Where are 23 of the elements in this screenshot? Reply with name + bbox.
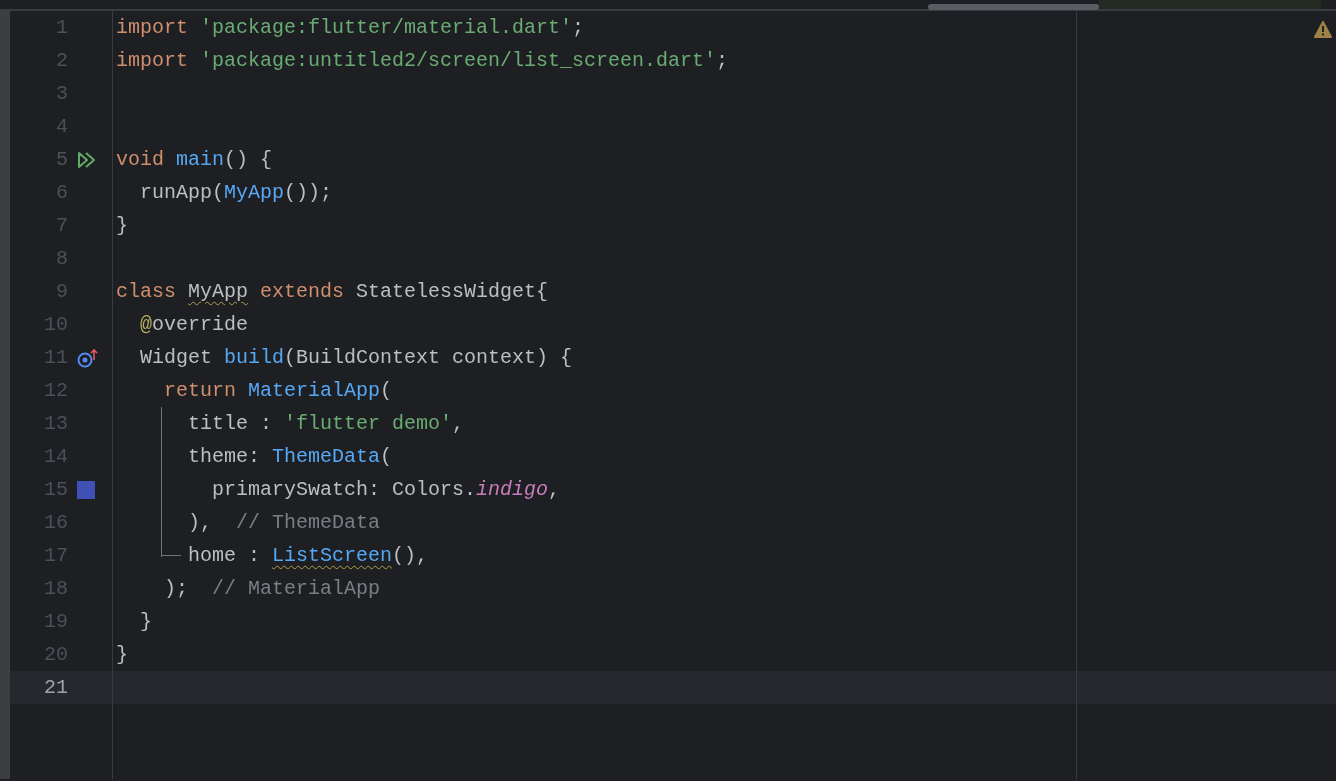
code-line: import 'package:untitled2/screen/list_screen.dart'; <box>115 47 729 74</box>
code-line: return MaterialApp( <box>163 377 393 404</box>
code-line: class MyApp extends StatelessWidget{ <box>115 278 549 305</box>
code-line: theme: ThemeData( <box>187 443 393 470</box>
code-line: } <box>115 641 128 668</box>
code-line: runApp(MyApp()); <box>139 179 333 206</box>
line-number: 21 <box>43 674 68 701</box>
code-line: } <box>115 212 128 239</box>
code-line: Widget build(BuildContext context) { <box>139 344 573 371</box>
code-line: ), // ThemeData <box>187 509 381 536</box>
code-line: @override <box>139 311 249 338</box>
code-line: } <box>139 608 152 635</box>
warning-icon[interactable] <box>1314 21 1332 38</box>
code-line: void main() { <box>115 146 273 173</box>
scrollbar-thumb[interactable] <box>928 4 1099 10</box>
code-line: title : 'flutter demo', <box>187 410 465 437</box>
code-line: import 'package:flutter/material.dart'; <box>115 14 585 41</box>
override-icon[interactable] <box>77 347 99 368</box>
code-line: ); // MaterialApp <box>163 575 381 602</box>
run-icon[interactable] <box>77 150 97 169</box>
code-line: home : ListScreen(), <box>187 542 429 569</box>
code-line: primarySwatch: Colors.indigo, <box>211 476 561 503</box>
color-swatch-icon[interactable] <box>77 480 95 499</box>
